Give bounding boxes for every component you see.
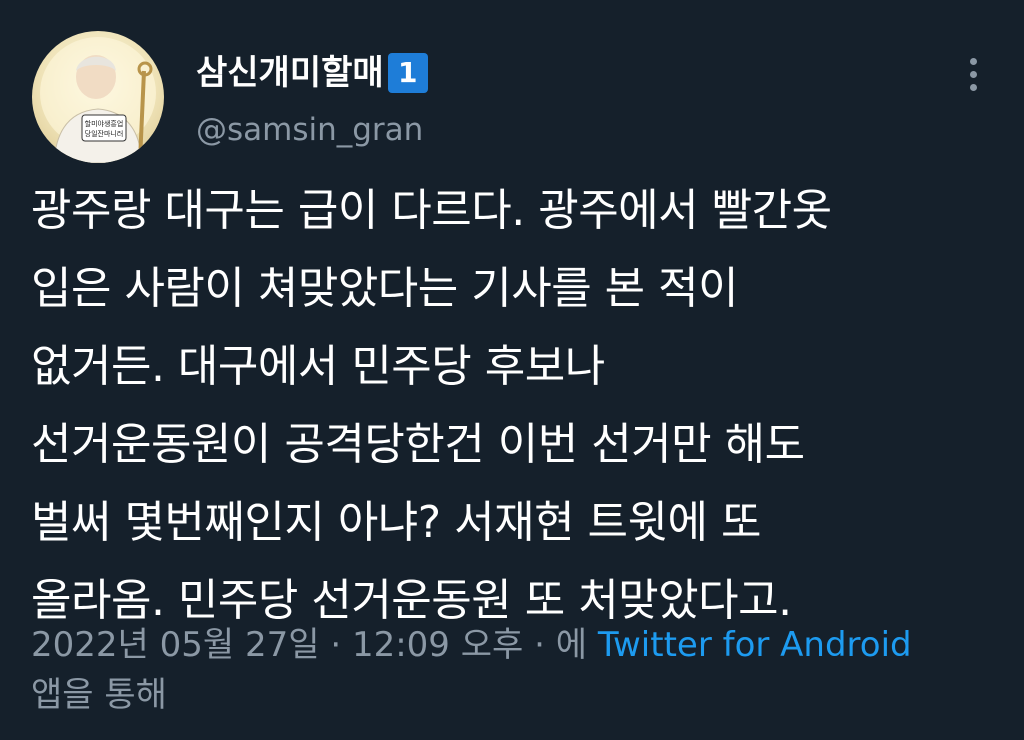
source-link[interactable]: Twitter for Android xyxy=(598,625,912,665)
avatar-caption-2: 당일잔마니러 xyxy=(85,129,124,138)
tweet-card: 할미야생흥업 당일잔마니러 삼신개미할매 1 @samsin_gran 광주랑 … xyxy=(0,0,1024,740)
display-name[interactable]: 삼신개미할매 xyxy=(196,50,384,96)
tweet-text-line: 광주랑 대구는 급이 다르다. 광주에서 빨간옷 xyxy=(31,185,832,236)
user-handle[interactable]: @samsin_gran xyxy=(196,108,423,152)
avatar-image: 할미야생흥업 당일잔마니러 xyxy=(40,37,156,163)
separator: · xyxy=(319,625,352,665)
more-vertical-icon[interactable] xyxy=(962,54,986,94)
avatar-caption-1: 할미야생흥업 xyxy=(85,119,124,128)
tweet-text: 광주랑 대구는 급이 다르다. 광주에서 빨간옷 입은 사람이 쳐맞았다는 기사… xyxy=(31,172,1001,640)
tweet-text-line: 선거운동원이 공격당한건 이번 선거만 해도 xyxy=(31,419,805,470)
tweet-text-line: 없거든. 대구에서 민주당 후보나 xyxy=(31,341,605,392)
avatar[interactable]: 할미야생흥업 당일잔마니러 xyxy=(32,31,164,163)
tweet-metadata: 2022년 05월 27일 · 12:09 오후 · 에 Twitter for… xyxy=(31,620,991,720)
tweet-text-line: 벌써 몇번째인지 아냐? 서재현 트윗에 또 xyxy=(31,497,761,548)
tweet-text-line: 입은 사람이 쳐맞았다는 기사를 본 적이 xyxy=(31,263,739,314)
separator: · xyxy=(523,625,556,665)
tweet-time: 12:09 오후 xyxy=(351,625,524,665)
tweet-date: 2022년 05월 27일 xyxy=(31,625,320,665)
user-name-row: 삼신개미할매 1 xyxy=(196,50,428,96)
via-suffix: 앱을 통해 xyxy=(31,675,167,715)
number-badge-icon: 1 xyxy=(387,53,428,93)
via-prefix: 에 xyxy=(555,625,598,665)
